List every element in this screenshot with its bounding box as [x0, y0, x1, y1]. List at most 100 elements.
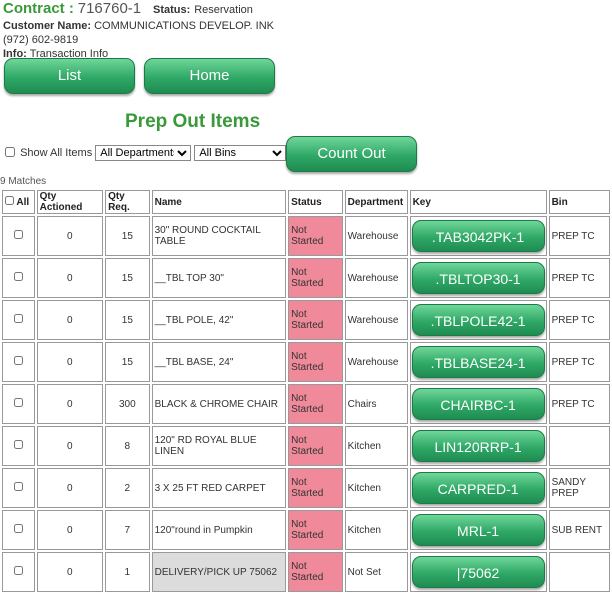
key-cell: CARPRED-1 [409, 468, 547, 508]
row-select-cell [2, 384, 35, 424]
row-checkbox[interactable] [13, 314, 23, 323]
row-checkbox[interactable] [13, 230, 23, 239]
key-cell: LIN120RRP-1 [409, 426, 547, 466]
key-button[interactable]: CARPRED-1 [411, 472, 545, 504]
status-value: Reservation [194, 4, 253, 16]
bin-cell: PREP TC [548, 300, 610, 340]
qty-req-cell: 15 [105, 258, 150, 298]
col-bin: Bin [548, 190, 610, 214]
contract-number: 716760-1 [77, 0, 142, 17]
department-select[interactable]: All Departments [95, 145, 192, 161]
key-button[interactable]: .TBLTOP30-1 [411, 262, 545, 294]
key-cell: |75062 [409, 552, 547, 592]
row-checkbox[interactable] [13, 398, 23, 407]
bin-cell [548, 426, 610, 466]
department-cell: Kitchen [344, 510, 408, 550]
select-all-checkbox[interactable] [5, 196, 14, 205]
status-cell: Not Started [288, 258, 343, 298]
row-select-cell [2, 552, 35, 592]
qty-req-cell: 8 [105, 426, 150, 466]
count-out-button[interactable]: Count Out [286, 136, 417, 172]
show-all-checkbox[interactable] [5, 147, 15, 157]
table-row: 0 15 __TBL POLE, 42" Not Started Warehouse .T… [2, 300, 610, 340]
status-cell: Not Started [288, 384, 343, 424]
department-cell: Warehouse [344, 258, 408, 298]
qty-req-cell: 300 [105, 384, 150, 424]
table-row: 0 1 DELIVERY/PICK UP 75062 Not Started Not S… [2, 552, 610, 592]
qty-actioned-cell: 0 [36, 426, 104, 466]
col-all-label: All [16, 197, 30, 208]
qty-req-cell: 1 [105, 552, 150, 592]
status-cell: Not Started [288, 216, 343, 256]
row-checkbox[interactable] [13, 566, 23, 575]
item-name-cell: 3 X 25 FT RED CARPET [151, 468, 287, 508]
status-cell: Not Started [288, 468, 343, 508]
qty-req-cell: 7 [105, 510, 150, 550]
row-select-cell [2, 258, 35, 298]
item-name-cell: __TBL POLE, 42" [151, 300, 287, 340]
table-row: 0 8 120" RD ROYAL BLUE LINEN Not Started Kit… [2, 426, 610, 466]
page-title: Prep Out Items [125, 111, 261, 132]
key-button[interactable]: CHAIRBC-1 [411, 388, 545, 420]
table-row: 023 X 25 FT RED CARPET Not Started Kitchen… [2, 468, 610, 508]
table-row: 0 300 BLACK & CHROME CHAIR Not Started Chair… [2, 384, 610, 424]
department-cell: Not Set [344, 552, 408, 592]
key-cell: .TBLBASE24-1 [409, 342, 547, 382]
table-row: 0 15 30" ROUND COCKTAIL TABLE Not Started Wa… [2, 216, 610, 256]
status-cell: Not Started [288, 426, 343, 466]
department-cell: Kitchen [344, 426, 408, 466]
row-select-cell [2, 342, 35, 382]
col-qty-req: Qty Req. [105, 190, 150, 214]
key-cell: MRL-1 [409, 510, 547, 550]
qty-actioned-cell: 0 [36, 216, 104, 256]
prep-items-table: All Qty Actioned Qty Req. Name Status De… [0, 188, 612, 594]
row-checkbox[interactable] [13, 524, 23, 533]
col-status: Status [288, 190, 343, 214]
status-cell: Not Started [288, 300, 343, 340]
row-select-cell [2, 300, 35, 340]
qty-actioned-cell: 0 [36, 384, 104, 424]
status-cell: Not Started [288, 510, 343, 550]
contract-label: Contract : [3, 0, 74, 17]
bin-cell: SUB RENT [548, 510, 610, 550]
row-checkbox[interactable] [13, 482, 23, 491]
row-select-cell [2, 216, 35, 256]
row-checkbox[interactable] [13, 356, 23, 365]
col-key: Key [409, 190, 547, 214]
status-label: Status: [153, 4, 191, 16]
key-cell: .TAB3042PK-1 [409, 216, 547, 256]
item-name-cell: 120" RD ROYAL BLUE LINEN [151, 426, 287, 466]
department-cell: Warehouse [344, 216, 408, 256]
col-department: Department [344, 190, 408, 214]
bin-cell: PREP TC [548, 342, 610, 382]
bin-cell [548, 552, 610, 592]
col-all[interactable]: All [2, 190, 35, 214]
key-button[interactable]: MRL-1 [411, 514, 545, 546]
bin-select[interactable]: All Bins [194, 145, 287, 161]
qty-actioned-cell: 0 [36, 342, 104, 382]
col-qty-actioned: Qty Actioned [36, 190, 104, 214]
table-row: 0 15 __TBL BASE, 24" Not Started Warehouse .T… [2, 342, 610, 382]
item-name-cell: BLACK & CHROME CHAIR [151, 384, 287, 424]
qty-actioned-cell: 0 [36, 510, 104, 550]
key-button[interactable]: .TBLPOLE42-1 [411, 304, 545, 336]
table-header-row: All Qty Actioned Qty Req. Name Status De… [2, 190, 610, 214]
contract-header: Contract : 716760-1 Status: Reservation … [3, 0, 274, 61]
list-button[interactable]: List [4, 58, 135, 94]
home-button[interactable]: Home [144, 58, 275, 94]
row-select-cell [2, 468, 35, 508]
row-select-cell [2, 426, 35, 466]
row-checkbox[interactable] [13, 272, 23, 281]
key-button[interactable]: |75062 [411, 556, 545, 588]
key-button[interactable]: LIN120RRP-1 [411, 430, 545, 462]
customer-name: COMMUNICATIONS DEVELOP. INK [94, 20, 274, 32]
table-row: 0 15 __TBL TOP 30" Not Started Warehouse .TBL… [2, 258, 610, 298]
row-checkbox[interactable] [13, 440, 23, 449]
key-button[interactable]: .TBLBASE24-1 [411, 346, 545, 378]
qty-actioned-cell: 0 [36, 258, 104, 298]
customer-phone: (972) 602-9819 [3, 34, 79, 46]
department-cell: Kitchen [344, 468, 408, 508]
status-cell: Not Started [288, 342, 343, 382]
department-cell: Warehouse [344, 300, 408, 340]
key-button[interactable]: .TAB3042PK-1 [411, 220, 545, 252]
